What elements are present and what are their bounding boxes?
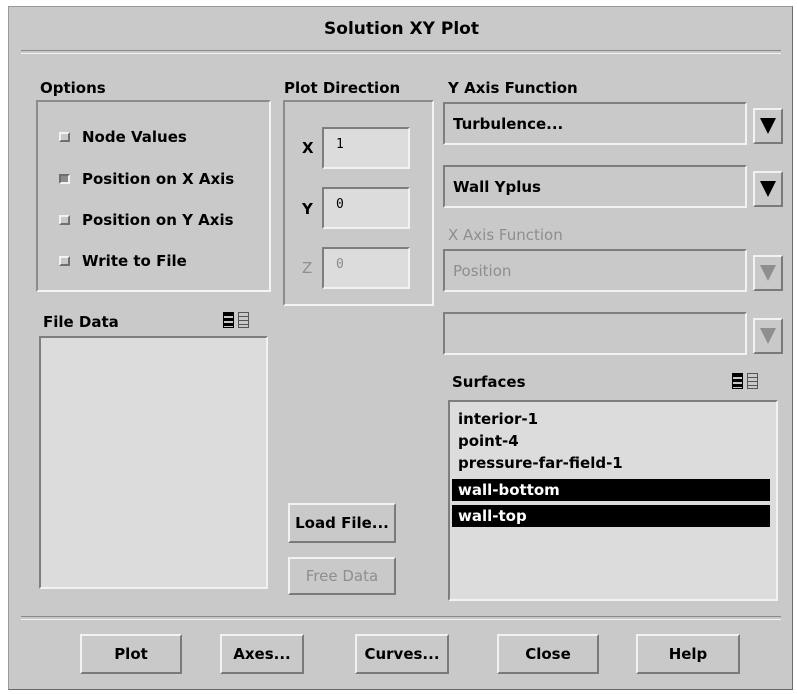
surfaces-list[interactable]: interior-1 point-4 pressure-far-field-1 … (448, 400, 778, 601)
node-values-checkbox[interactable] (59, 132, 70, 142)
x-axis-quantity-select (443, 312, 747, 355)
position-on-x-axis-checkbox[interactable] (59, 174, 70, 184)
multi-select-icon[interactable] (223, 312, 234, 328)
write-to-file-checkbox[interactable] (59, 256, 70, 266)
plot-direction-label: Plot Direction (284, 79, 401, 97)
y-direction-field[interactable]: 0 (322, 187, 410, 229)
solution-xy-plot-window: Solution XY Plot Options Node Values Pos… (8, 6, 793, 690)
triangle-down-icon (760, 181, 776, 197)
surfaces-select-mode (732, 373, 758, 389)
surface-item-wall-top[interactable]: wall-top (452, 505, 770, 527)
y-label: Y (302, 200, 313, 218)
triangle-down-icon (760, 265, 776, 281)
z-label: Z (302, 259, 313, 277)
options-group: Node Values Position on X Axis Position … (36, 100, 271, 292)
load-file-button[interactable]: Load File... (288, 503, 396, 543)
position-on-x-axis-option[interactable]: Position on X Axis (59, 170, 234, 188)
plot-direction-group: X 1 Y 0 Z 0 (283, 100, 434, 306)
position-on-y-axis-option[interactable]: Position on Y Axis (59, 211, 234, 229)
node-values-label: Node Values (82, 128, 187, 146)
z-direction-field: 0 (322, 247, 410, 289)
x-axis-category-value: Position (453, 261, 512, 280)
triangle-down-icon (760, 118, 776, 134)
position-on-x-axis-label: Position on X Axis (82, 170, 235, 188)
surface-item-point-4[interactable]: point-4 (452, 430, 776, 452)
y-axis-category-dropdown-button[interactable] (753, 108, 783, 144)
window-title: Solution XY Plot (324, 19, 479, 39)
curves-button[interactable]: Curves... (355, 634, 449, 674)
position-on-y-axis-checkbox[interactable] (59, 215, 70, 225)
surfaces-label: Surfaces (452, 373, 526, 391)
x-axis-quantity-dropdown-button (753, 318, 783, 354)
bottom-divider (21, 616, 781, 620)
y-axis-quantity-dropdown-button[interactable] (753, 171, 783, 207)
y-axis-category-select[interactable]: Turbulence... (443, 102, 747, 145)
surface-item-pressure-far-field-1[interactable]: pressure-far-field-1 (452, 452, 776, 474)
triangle-down-icon (760, 328, 776, 344)
file-data-list[interactable] (39, 336, 268, 589)
y-axis-quantity-value: Wall Yplus (453, 177, 541, 196)
position-on-y-axis-label: Position on Y Axis (82, 211, 234, 229)
title-divider (21, 50, 781, 54)
single-select-icon[interactable] (238, 312, 249, 328)
write-to-file-label: Write to File (82, 252, 187, 270)
multi-select-icon[interactable] (732, 373, 743, 389)
options-label: Options (40, 79, 106, 97)
plot-button[interactable]: Plot (80, 634, 182, 674)
x-direction-field[interactable]: 1 (322, 127, 410, 169)
help-button[interactable]: Help (636, 634, 740, 674)
x-label: X (302, 139, 314, 157)
y-axis-quantity-select[interactable]: Wall Yplus (443, 165, 747, 208)
surface-item-interior-1[interactable]: interior-1 (452, 408, 776, 430)
file-data-label: File Data (43, 313, 119, 331)
free-data-button: Free Data (288, 557, 396, 595)
write-to-file-option[interactable]: Write to File (59, 252, 187, 270)
single-select-icon[interactable] (747, 373, 758, 389)
file-data-select-mode (223, 312, 249, 328)
x-axis-function-label: X Axis Function (448, 226, 563, 244)
x-axis-category-dropdown-button (753, 255, 783, 291)
surface-item-wall-bottom[interactable]: wall-bottom (452, 479, 770, 501)
node-values-option[interactable]: Node Values (59, 128, 187, 146)
y-axis-function-label: Y Axis Function (448, 79, 578, 97)
y-axis-category-value: Turbulence... (453, 114, 564, 133)
axes-button[interactable]: Axes... (220, 634, 304, 674)
close-button[interactable]: Close (497, 634, 599, 674)
x-axis-category-select: Position (443, 249, 747, 292)
